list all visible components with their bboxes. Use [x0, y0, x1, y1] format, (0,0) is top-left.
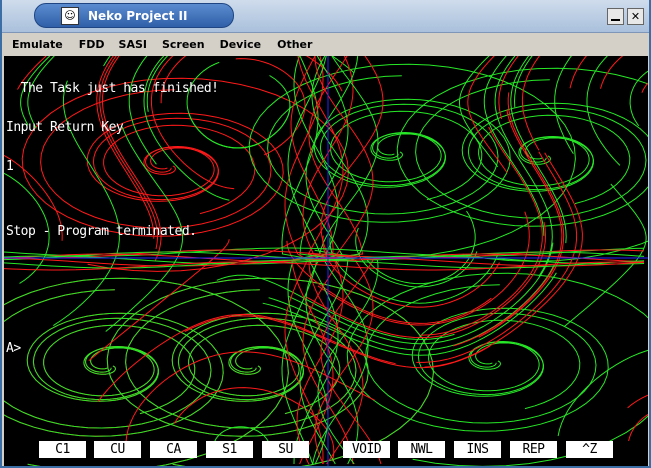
title-bar[interactable]: ☺ Neko Project II ✕: [2, 0, 649, 33]
menu-device[interactable]: Device: [220, 38, 262, 51]
close-icon: ✕: [630, 10, 641, 23]
window-title: Neko Project II: [88, 8, 188, 23]
emulator-window: ☺ Neko Project II ✕ Emulate FDD SASI Scr…: [0, 0, 651, 468]
menu-bar: Emulate FDD SASI Screen Device Other: [2, 33, 649, 55]
flow-curve: [641, 82, 648, 93]
command-prompt[interactable]: A>: [6, 342, 218, 355]
flow-curve: [554, 56, 574, 155]
spiral-curve: [415, 79, 647, 219]
flow-curve: [586, 56, 621, 166]
close-button[interactable]: ✕: [627, 8, 644, 25]
flow-curve: [483, 56, 545, 236]
flow-curve: [557, 349, 648, 437]
menu-screen[interactable]: Screen: [162, 38, 205, 51]
spiral-curve: [330, 110, 483, 201]
minimize-icon: [611, 19, 620, 21]
function-key-6[interactable]: VOID: [343, 441, 390, 458]
terminal-line: Stop - Program terminated.: [6, 224, 197, 239]
title-pill: ☺ Neko Project II: [34, 3, 234, 28]
function-key-3[interactable]: CA: [150, 441, 197, 458]
menu-fdd[interactable]: FDD: [79, 38, 105, 51]
function-key-2[interactable]: CU: [94, 441, 141, 458]
function-key-5[interactable]: SU: [262, 441, 309, 458]
spiral-curve: [248, 63, 576, 258]
function-key-1[interactable]: C1: [39, 441, 86, 458]
function-key-9[interactable]: REP: [510, 441, 557, 458]
spiral-curve: [346, 272, 648, 466]
terminal-line: 1: [6, 159, 14, 174]
function-key-bar: C1 CU CA S1 SU VOID NWL INS REP ^Z: [4, 440, 648, 466]
minimize-button[interactable]: [607, 8, 624, 25]
terminal-output: The Task just has finished! Input Return…: [6, 56, 219, 381]
emulator-screen[interactable]: The Task just has finished! Input Return…: [4, 56, 648, 466]
terminal-line: The Task just has finished!: [6, 81, 219, 96]
menu-other[interactable]: Other: [277, 38, 312, 51]
function-key-4[interactable]: S1: [206, 441, 253, 458]
function-key-8[interactable]: INS: [454, 441, 501, 458]
menu-emulate[interactable]: Emulate: [12, 38, 63, 51]
app-cat-icon[interactable]: ☺: [61, 6, 79, 25]
function-key-7[interactable]: NWL: [398, 441, 445, 458]
menu-sasi[interactable]: SASI: [119, 38, 147, 51]
terminal-line: Input Return Key: [6, 120, 124, 135]
flow-curve: [629, 70, 648, 127]
flow-curve: [467, 56, 508, 173]
function-key-10[interactable]: ^Z: [566, 441, 613, 458]
flow-curve: [219, 75, 291, 149]
